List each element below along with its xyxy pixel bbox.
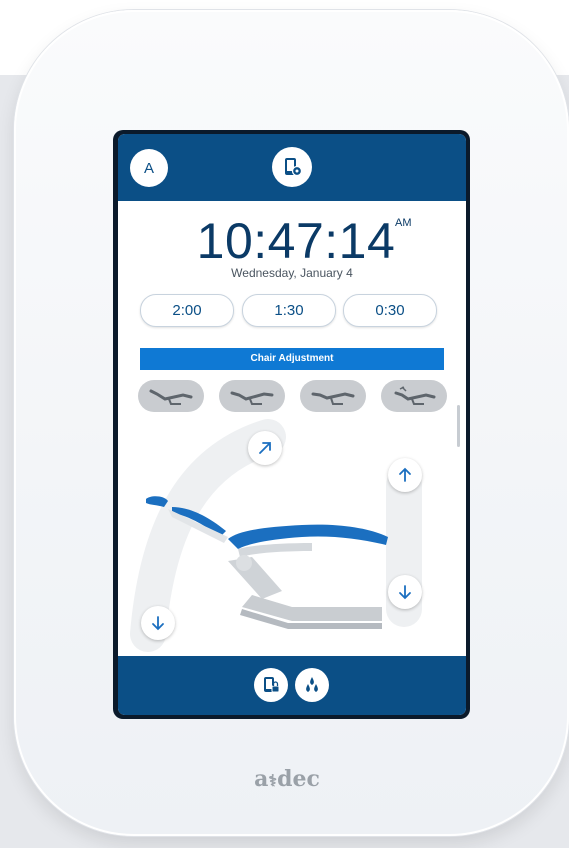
chair-preset-light-button[interactable] (381, 380, 447, 412)
timer-button[interactable]: 0:30 (343, 294, 437, 327)
water-control-button[interactable] (295, 668, 329, 702)
chair-preset-recline-icon (230, 391, 274, 405)
screen-lock-button[interactable] (254, 668, 288, 702)
user-avatar-button[interactable]: A (130, 149, 168, 187)
chair-adjustment-header: Chair Adjustment (140, 348, 444, 370)
timer-button[interactable]: 2:00 (140, 294, 234, 327)
phone-lock-icon (264, 677, 280, 693)
arrow-up-icon (399, 467, 411, 482)
top-bar: A (118, 134, 466, 201)
timer-button[interactable]: 1:30 (242, 294, 336, 327)
phone-settings-icon (285, 158, 303, 177)
chair-preset-recline-icon (311, 392, 355, 405)
bottom-bar (118, 656, 466, 715)
clock-ampm: AM (395, 217, 412, 229)
chair-preset-button[interactable] (300, 380, 366, 412)
base-up-button[interactable] (388, 458, 422, 492)
arrow-up-right-icon (259, 442, 271, 454)
clock-date: Wednesday, January 4 (231, 266, 353, 280)
avatar-letter: A (143, 159, 154, 177)
chair-preset-button[interactable] (219, 380, 285, 412)
backrest-up-button[interactable] (248, 431, 282, 465)
clock-time: 10:47:14 (196, 213, 396, 269)
chair-preset-recline-icon (149, 389, 193, 405)
device-settings-button[interactable] (272, 147, 312, 187)
touch-screen: A 10:47:14 AM Wednesday, January 4 2:00 … (118, 134, 466, 715)
water-drops-icon (306, 677, 318, 692)
chair-preset-button[interactable] (138, 380, 204, 412)
dental-chair-illustration (146, 496, 388, 629)
brand-logo: a⚕dec (254, 766, 320, 792)
clock: 10:47:14 (118, 212, 466, 270)
chair-preset-light-icon (394, 386, 436, 405)
